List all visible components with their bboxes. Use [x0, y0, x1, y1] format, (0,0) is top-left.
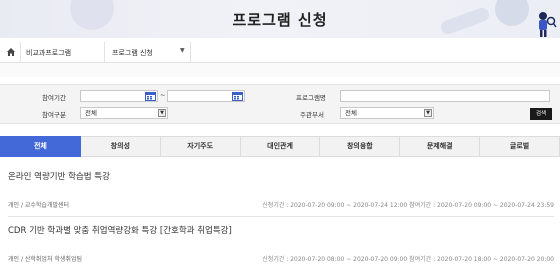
home-icon[interactable] [6, 47, 16, 57]
chevron-down-icon: ▼ [158, 109, 166, 117]
chevron-down-icon: ▼ [424, 109, 432, 117]
program-name-label: 프로그램명 [296, 94, 326, 102]
program-title[interactable]: CDR 기반 학과별 맞춤 취업역량강화 특강 [간호학과 취업특강] [8, 224, 554, 236]
search-button[interactable]: 검색 [530, 108, 552, 120]
dept-select[interactable]: 전체 ▼ [340, 107, 434, 119]
program-dates: 신청기간 : 2020-07-20 09:00 ~ 2020-07-24 12:… [262, 202, 554, 209]
tab-interpersonal[interactable]: 대인관계 [240, 136, 321, 157]
tab-creativity[interactable]: 창의성 [80, 136, 161, 157]
tab-convergence[interactable]: 창의융합 [320, 136, 401, 157]
program-meta: 개인 / 교수학습개발센터 [8, 202, 70, 209]
range-separator: ~ [160, 91, 166, 99]
program-meta: 개인 / 산학취업처 학생취업팀 [8, 256, 82, 263]
breadcrumb: 비교과프로그램 프로그램 신청 ▼ [0, 42, 560, 63]
breadcrumb-separator [104, 42, 105, 62]
tab-all[interactable]: 전체 [0, 136, 81, 157]
breadcrumb-item-apply[interactable]: 프로그램 신청 [112, 48, 153, 58]
dept-label: 주관부서 [300, 111, 324, 119]
tab-global[interactable]: 글로벌 [480, 136, 560, 157]
list-item[interactable]: CDR 기반 학과별 맞춤 취업역량강화 특강 [간호학과 취업특강] 개인 /… [8, 224, 554, 264]
breadcrumb-item-program[interactable]: 비교과프로그램 [26, 48, 71, 58]
dept-select-value: 전체 [345, 109, 357, 117]
calendar-icon[interactable] [145, 91, 156, 101]
page-banner: 프로그램 신청 [0, 0, 560, 38]
period-label: 참여기간 [42, 94, 66, 102]
chevron-down-icon[interactable]: ▼ [180, 47, 185, 54]
person-illustration-icon [539, 12, 557, 37]
divider [8, 216, 554, 217]
search-filter-panel: 참여기간 ~ 프로그램명 참여구분 전체 ▼ 주관부서 전체 ▼ [0, 84, 560, 124]
program-dates: 신청기간 : 2020-07-20 08:00 ~ 2020-07-20 09:… [262, 256, 554, 263]
tab-problem-solving[interactable]: 문제해결 [400, 136, 481, 157]
list-item[interactable]: 온라인 역량기반 학습법 특강 개인 / 교수학습개발센터 신청기간 : 202… [8, 170, 554, 210]
breadcrumb-separator [20, 42, 21, 62]
breadcrumb-separator [190, 42, 191, 62]
spacer-strip [0, 63, 560, 77]
type-select-value: 전체 [85, 109, 97, 117]
type-select[interactable]: 전체 ▼ [80, 107, 168, 119]
tab-self-directed[interactable]: 자기주도 [160, 136, 241, 157]
calendar-icon[interactable] [232, 91, 243, 101]
category-tabs: 전체 창의성 자기주도 대인관계 창의융합 문제해결 글로벌 [0, 136, 560, 157]
type-label: 참여구분 [42, 111, 66, 119]
program-title[interactable]: 온라인 역량기반 학습법 특강 [8, 170, 554, 182]
program-name-input[interactable] [340, 90, 550, 102]
page-title: 프로그램 신청 [232, 11, 328, 29]
